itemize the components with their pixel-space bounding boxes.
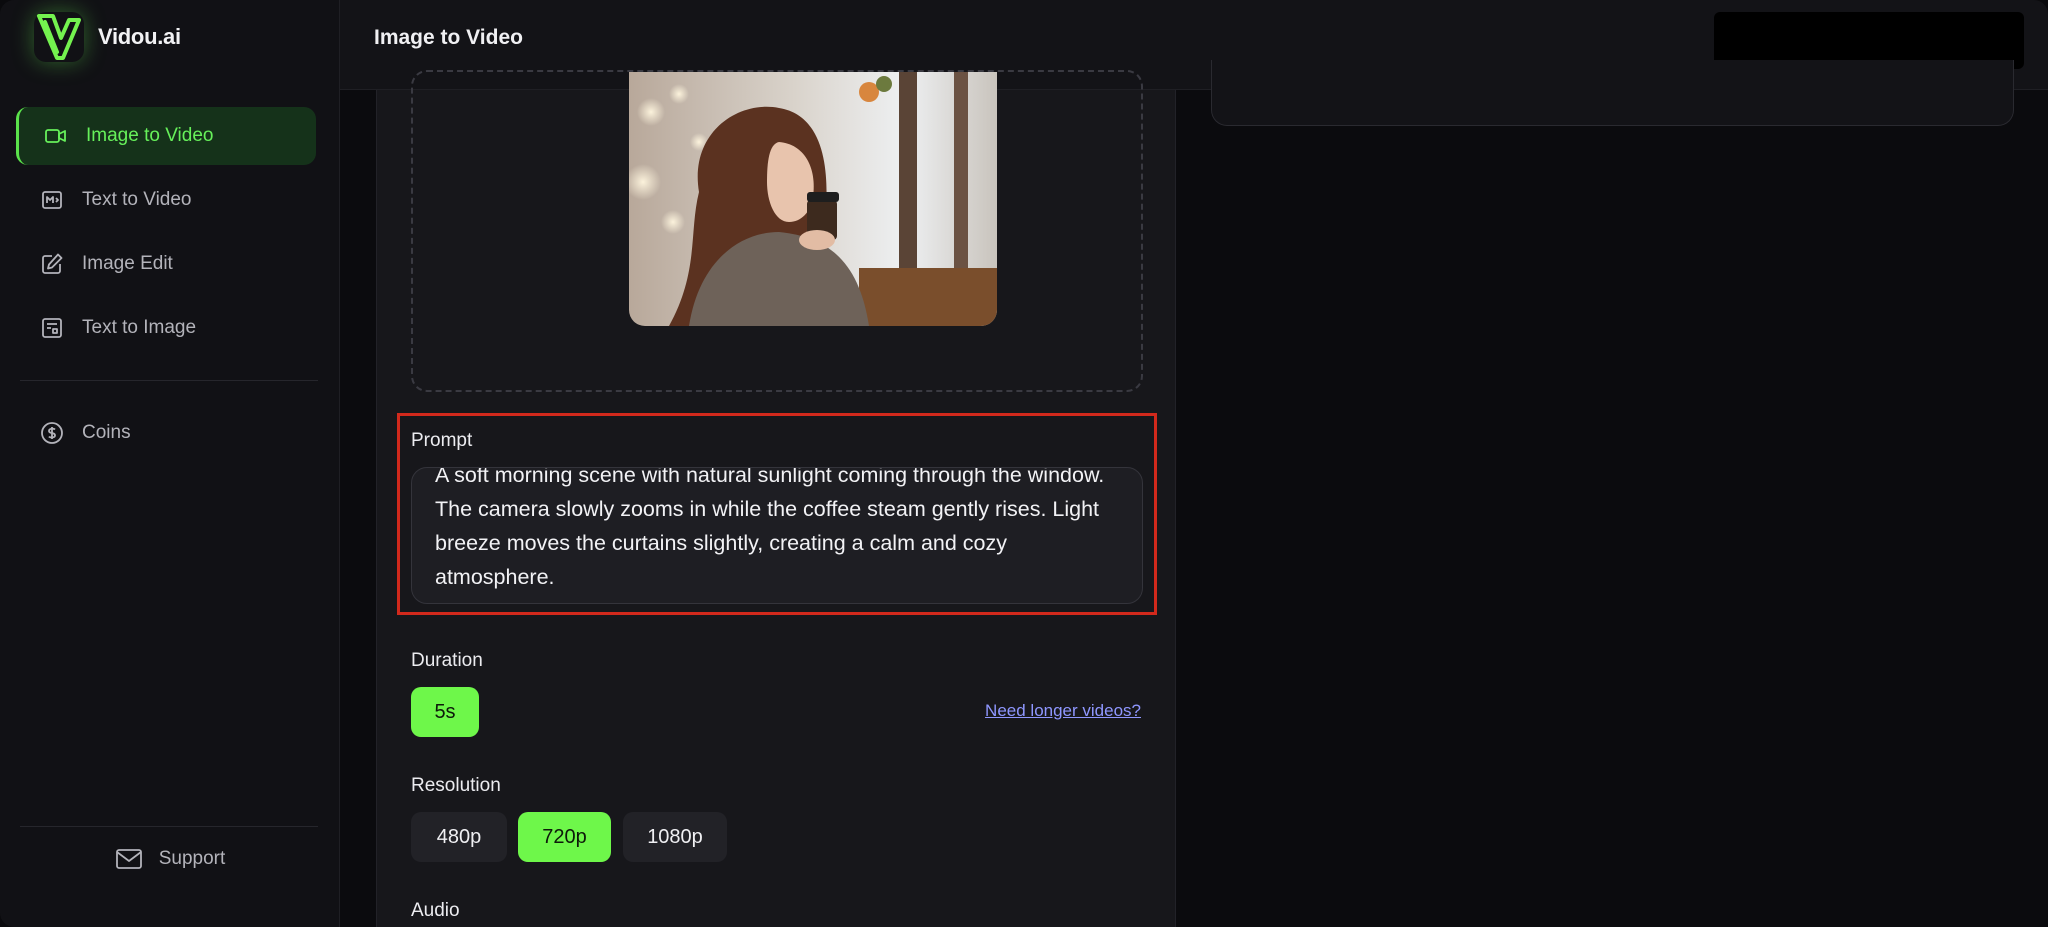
duration-label: Duration <box>411 650 483 671</box>
prompt-label: Prompt <box>411 430 473 451</box>
brand-name: Vidou.ai <box>98 24 181 49</box>
brand[interactable]: Vidou.ai <box>34 12 181 62</box>
mail-icon <box>115 849 142 869</box>
need-longer-videos-link[interactable]: Need longer videos? <box>985 701 1141 721</box>
app-window: Vidou.ai Image to Video Text to Video Im… <box>0 0 2048 927</box>
sidebar-item-image-to-video[interactable]: Image to Video <box>16 107 316 165</box>
film-frame-icon <box>42 191 62 209</box>
sidebar-item-label: Coins <box>82 422 131 443</box>
sidebar-nav: Image to Video Text to Video Image Edit … <box>16 107 316 363</box>
preview-card <box>1211 60 2014 126</box>
audio-label: Audio <box>411 900 460 921</box>
prompt-text: A soft morning scene with natural sunlig… <box>435 467 1105 589</box>
sidebar-coins: Coins <box>16 404 316 468</box>
edit-pencil-icon <box>42 253 63 274</box>
resolution-label: Resolution <box>411 775 501 796</box>
page-title: Image to Video <box>374 26 523 49</box>
sidebar-divider <box>20 826 318 827</box>
prompt-textarea[interactable]: A soft morning scene with natural sunlig… <box>411 467 1143 604</box>
uploaded-image-preview <box>629 72 997 326</box>
sidebar: Vidou.ai Image to Video Text to Video Im… <box>0 0 340 927</box>
form-panel: Prompt A soft morning scene with natural… <box>376 70 1176 927</box>
vidou-logo-icon <box>34 12 84 62</box>
sidebar-divider <box>20 380 318 381</box>
sidebar-item-coins[interactable]: Coins <box>16 404 316 462</box>
resolution-option-480p[interactable]: 480p <box>411 812 507 862</box>
resolution-option-1080p[interactable]: 1080p <box>623 812 727 862</box>
sidebar-item-label: Text to Image <box>82 317 197 338</box>
video-camera-icon <box>45 129 66 143</box>
support-label: Support <box>158 848 226 869</box>
sidebar-item-label: Text to Video <box>82 189 192 210</box>
sidebar-item-image-edit[interactable]: Image Edit <box>16 235 316 293</box>
sidebar-item-label: Image to Video <box>86 125 214 146</box>
resolution-option-720p[interactable]: 720p <box>518 812 611 862</box>
dollar-circle-icon <box>41 422 63 444</box>
support-link[interactable]: Support <box>0 848 340 870</box>
sidebar-item-text-to-video[interactable]: Text to Video <box>16 171 316 229</box>
duration-option-5s[interactable]: 5s <box>411 687 479 737</box>
image-text-icon <box>42 318 62 338</box>
image-upload-area[interactable] <box>411 70 1143 392</box>
sidebar-item-label: Image Edit <box>82 253 173 274</box>
sidebar-item-text-to-image[interactable]: Text to Image <box>16 299 316 357</box>
